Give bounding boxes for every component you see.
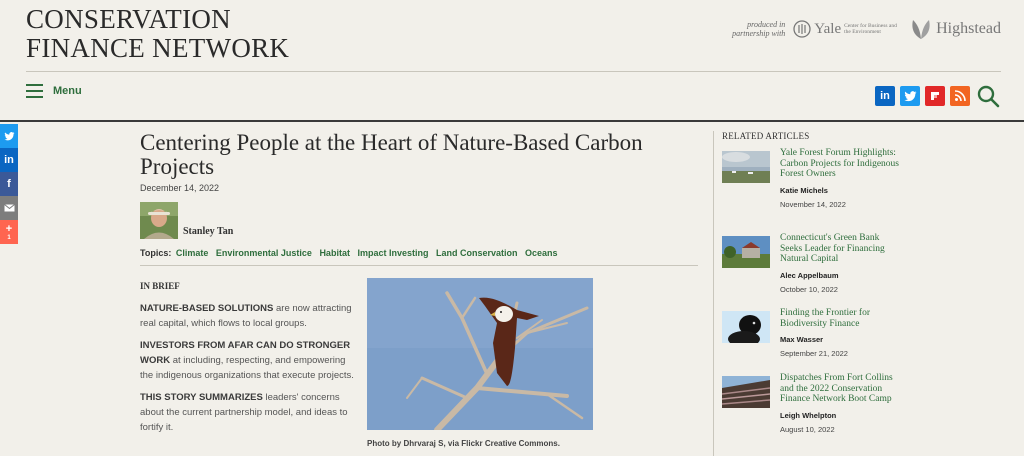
- related-date: August 10, 2022: [780, 424, 835, 434]
- hero-image-eagle: [367, 278, 593, 430]
- share-email-icon[interactable]: [0, 196, 18, 220]
- related-thumbnail[interactable]: [722, 151, 770, 183]
- article-header: Centering People at the Heart of Nature-…: [140, 131, 698, 266]
- share-bar: in f + 1: [0, 124, 18, 244]
- brief-item: INVESTORS FROM AFAR CAN DO STRONGER WORK…: [140, 338, 355, 383]
- brief-text: at including, respecting, and empowering…: [140, 355, 354, 381]
- related-title[interactable]: Yale Forest Forum Highlights: Carbon Pro…: [780, 148, 900, 180]
- highstead-leaf-icon: [912, 20, 930, 39]
- topic-link[interactable]: Impact Investing: [357, 248, 428, 258]
- related-date: September 21, 2022: [780, 349, 848, 358]
- yale-logo[interactable]: Yale Center for Business and the Environ…: [793, 20, 900, 38]
- topics-list: Topics: Climate Environmental Justice Ha…: [140, 248, 698, 258]
- author-name[interactable]: Stanley Tan: [183, 226, 233, 239]
- related-text: Finding the Frontier for Biodiversity Fi…: [780, 308, 900, 358]
- hero-caption: Photo by Dhrvaraj S, via Flickr Creative…: [367, 439, 560, 448]
- related-heading: RELATED ARTICLES: [722, 131, 810, 141]
- topic-link[interactable]: Climate: [176, 248, 209, 258]
- share-twitter-icon[interactable]: [0, 124, 18, 148]
- highstead-logo[interactable]: Highstead: [908, 17, 1001, 41]
- related-author: Max Wasser: [780, 335, 824, 344]
- partner-logos: produced in partnership with Yale Center…: [727, 17, 1001, 41]
- produced-in-text: produced in partnership with: [732, 20, 786, 38]
- related-thumbnail[interactable]: [722, 311, 770, 343]
- rss-icon[interactable]: [950, 86, 970, 106]
- twitter-icon[interactable]: [900, 86, 920, 106]
- flipboard-icon[interactable]: [925, 86, 945, 106]
- brief-lead: NATURE-BASED SOLUTIONS: [140, 303, 274, 314]
- related-title[interactable]: Dispatches From Fort Collins and the 202…: [780, 373, 900, 405]
- topic-link[interactable]: Environmental Justice: [216, 248, 312, 258]
- share-more-glyph: +: [5, 223, 13, 235]
- highstead-name: Highstead: [936, 20, 1001, 37]
- article-title: Centering People at the Heart of Nature-…: [140, 130, 643, 179]
- share-count: 1: [7, 235, 11, 241]
- menu-button[interactable]: Menu: [26, 84, 82, 98]
- related-text: Dispatches From Fort Collins and the 202…: [780, 373, 900, 434]
- related-author: Leigh Whelpton: [780, 410, 837, 420]
- search-icon[interactable]: [976, 84, 1000, 108]
- menu-label: Menu: [53, 85, 82, 97]
- related-date: November 14, 2022: [780, 199, 846, 209]
- related-text: Connecticut's Green Bank Seeks Leader fo…: [780, 233, 900, 294]
- brief-item: NATURE-BASED SOLUTIONS are now attractin…: [140, 301, 355, 331]
- article-divider: [140, 265, 698, 266]
- brief-item: THIS STORY SUMMARIZES leaders' concerns …: [140, 390, 355, 435]
- sidebar-divider: [713, 131, 714, 456]
- related-text: Yale Forest Forum Highlights: Carbon Pro…: [780, 148, 900, 209]
- author-block: Stanley Tan: [140, 202, 698, 239]
- related-thumbnail[interactable]: [722, 376, 770, 408]
- social-links: in: [875, 84, 1000, 108]
- topic-link[interactable]: Oceans: [525, 248, 558, 258]
- related-date: October 10, 2022: [780, 284, 838, 294]
- nav-divider: [0, 120, 1024, 122]
- in-brief-section: IN BRIEF NATURE-BASED SOLUTIONS are now …: [140, 279, 355, 442]
- related-author: Alec Appelbaum: [780, 270, 839, 280]
- topic-link[interactable]: Land Conservation: [436, 248, 518, 258]
- article-date: December 14, 2022: [140, 183, 220, 193]
- related-author: Katie Michels: [780, 185, 828, 195]
- share-more-icon[interactable]: + 1: [0, 220, 18, 244]
- topic-link[interactable]: Habitat: [319, 248, 350, 258]
- yale-name: Yale: [814, 20, 842, 37]
- related-thumbnail[interactable]: [722, 236, 770, 268]
- brief-lead: THIS STORY SUMMARIZES: [140, 392, 263, 403]
- header-divider: [26, 71, 1001, 72]
- related-title[interactable]: Connecticut's Green Bank Seeks Leader fo…: [780, 233, 900, 265]
- related-title[interactable]: Finding the Frontier for Biodiversity Fi…: [780, 308, 900, 329]
- share-facebook-icon[interactable]: f: [0, 172, 18, 196]
- yale-subtitle: Center for Business and the Environment: [844, 23, 897, 35]
- in-brief-heading: IN BRIEF: [140, 281, 180, 291]
- topics-label: Topics:: [140, 248, 172, 258]
- yale-emblem-icon: [793, 20, 811, 38]
- author-avatar[interactable]: [140, 202, 178, 239]
- linkedin-icon[interactable]: in: [875, 86, 895, 106]
- hamburger-icon: [26, 84, 43, 98]
- share-linkedin-icon[interactable]: in: [0, 148, 18, 172]
- related-articles: RELATED ARTICLES Yale Forest Forum Highl…: [722, 131, 952, 434]
- site-header: CONSERVATION FINANCE NETWORK produced in…: [26, 5, 1001, 65]
